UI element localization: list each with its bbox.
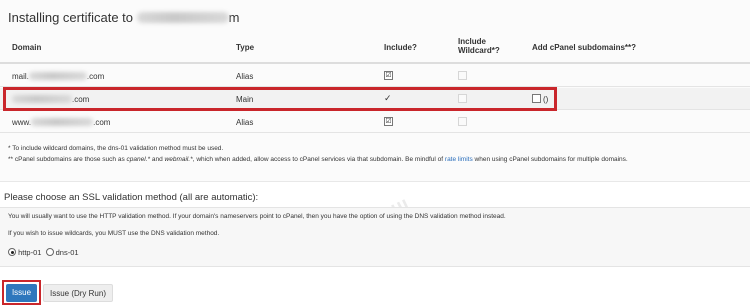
- table-header: Domain Type Include? Include Wildcard*? …: [0, 34, 750, 64]
- column-add-subdomains: Add cPanel subdomains**?: [532, 43, 637, 52]
- domain-cell: www. .com: [12, 118, 111, 127]
- include-checkbox[interactable]: ☑: [384, 71, 393, 80]
- column-include-wildcard: Include Wildcard*?: [458, 37, 500, 55]
- validation-heading: Please choose an SSL validation method (…: [4, 192, 259, 203]
- type-cell: Alias: [236, 118, 254, 127]
- validation-options: http-01 dns-01: [8, 248, 79, 257]
- domain-cell: mail. .com: [12, 72, 105, 81]
- issue-dry-run-button[interactable]: Issue (Dry Run): [43, 284, 113, 302]
- redacted-domain: [136, 12, 229, 23]
- page-title: Installing certificate to m: [8, 10, 239, 25]
- table-row: mail. .com Alias ☑: [0, 65, 750, 87]
- radio-dns-01[interactable]: [45, 248, 54, 256]
- radio-dns-01-label[interactable]: dns-01: [56, 248, 79, 257]
- title-suffix: m: [228, 10, 240, 25]
- footnote-wildcard: * To include wildcard domains, the dns-0…: [8, 145, 224, 152]
- include-checkbox[interactable]: ☑: [384, 117, 393, 126]
- validation-wildcard-text: If you wish to issue wildcards, you MUST…: [8, 230, 220, 237]
- main-domain-highlight: [3, 87, 557, 111]
- certificate-panel: Installing certificate to m Domain Type …: [0, 0, 750, 182]
- footnotes: * To include wildcard domains, the dns-0…: [8, 143, 628, 165]
- wildcard-checkbox: [458, 71, 467, 80]
- wildcard-checkbox: [458, 117, 467, 126]
- rate-limits-link[interactable]: rate limits: [445, 156, 473, 163]
- column-include: Include?: [384, 43, 417, 52]
- validation-help-text: You will usually want to use the HTTP va…: [8, 213, 506, 220]
- redacted-domain: [31, 118, 94, 126]
- table-row: www. .com Alias ☑: [0, 111, 750, 133]
- column-domain: Domain: [12, 43, 42, 52]
- radio-http-01[interactable]: [8, 248, 16, 256]
- column-type: Type: [236, 43, 255, 52]
- redacted-domain: [28, 72, 87, 80]
- type-cell: Alias: [236, 72, 254, 81]
- radio-http-01-label[interactable]: http-01: [18, 248, 41, 257]
- footnote-subdomains: ** cPanel subdomains are those such as c…: [8, 156, 628, 163]
- issue-button[interactable]: Issue: [6, 284, 37, 302]
- title-text: Installing certificate to: [8, 10, 134, 25]
